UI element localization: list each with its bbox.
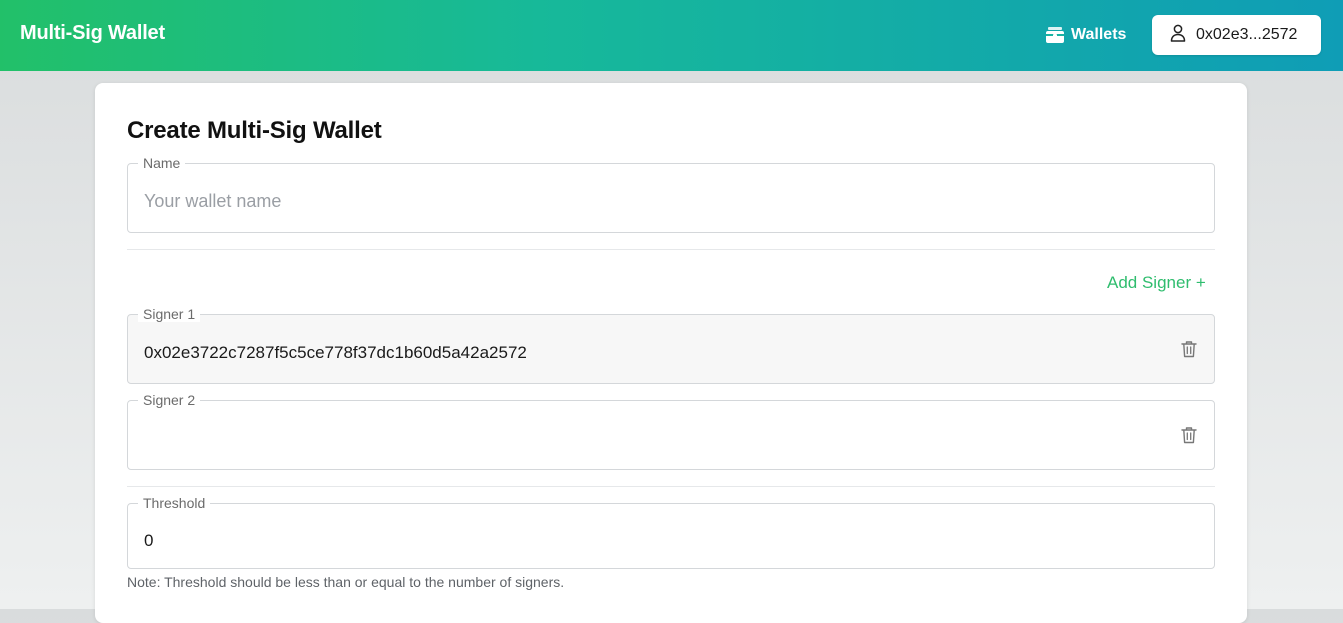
app-title[interactable]: Multi-Sig Wallet [20, 22, 165, 45]
trash-icon[interactable] [1181, 340, 1197, 363]
signer-2-field[interactable]: Signer 2 [127, 392, 1215, 470]
top-navbar: Multi-Sig Wallet Wallets 0x02e3...2572 [0, 0, 1343, 71]
signer-1-field[interactable]: Signer 1 0x02e3722c7287f5c5ce778f37dc1b6… [127, 306, 1215, 384]
signer-1-label: Signer 1 [138, 306, 201, 322]
divider [127, 249, 1215, 250]
wallet-name-placeholder: Your wallet name [144, 191, 282, 211]
page-title: Create Multi-Sig Wallet [127, 117, 382, 144]
threshold-note: Note: Threshold should be less than or e… [127, 574, 565, 590]
create-wallet-card: Create Multi-Sig Wallet Name Your wallet… [95, 83, 1247, 623]
wallets-nav-label: Wallets [1071, 26, 1127, 43]
divider [127, 486, 1215, 487]
add-signer-button[interactable]: Add Signer + [1107, 273, 1206, 293]
wallets-nav-link[interactable]: Wallets [1045, 24, 1126, 46]
threshold-field[interactable]: Threshold 0 [127, 495, 1215, 569]
threshold-value: 0 [144, 531, 154, 550]
account-button[interactable]: 0x02e3...2572 [1152, 15, 1321, 55]
wallet-name-label: Name [138, 155, 186, 171]
wallet-name-field[interactable]: Name Your wallet name [127, 155, 1215, 233]
wallet-icon [1045, 26, 1065, 44]
user-icon [1170, 24, 1186, 47]
threshold-label: Threshold [138, 495, 211, 511]
signer-1-address: 0x02e3722c7287f5c5ce778f37dc1b60d5a42a25… [144, 343, 527, 362]
trash-icon[interactable] [1181, 426, 1197, 449]
account-address: 0x02e3...2572 [1196, 26, 1298, 43]
signer-2-label: Signer 2 [138, 392, 201, 408]
